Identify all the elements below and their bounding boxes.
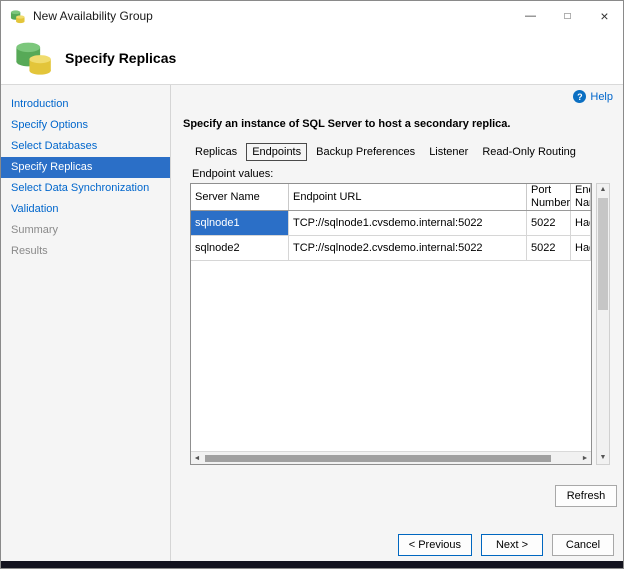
sidebar-item-results: Results (1, 241, 170, 262)
grid-empty-space (191, 261, 591, 451)
tab-strip: Replicas Endpoints Backup Preferences Li… (190, 143, 617, 161)
scroll-up-icon[interactable]: ▲ (600, 184, 607, 196)
help-label: Help (590, 91, 613, 103)
wizard-steps-sidebar: Introduction Specify Options Select Data… (1, 85, 171, 561)
column-header-port-number[interactable]: Port Number (527, 184, 571, 210)
new-availability-group-window: New Availability Group — □ × Specify Rep… (0, 0, 624, 569)
availability-group-app-icon (10, 9, 25, 24)
window-controls: — □ × (512, 1, 623, 31)
cancel-button[interactable]: Cancel (552, 534, 614, 556)
cell-endpoint-name[interactable]: Had (571, 236, 591, 260)
cell-endpoint-url[interactable]: TCP://sqlnode2.cvsdemo.internal:5022 (289, 236, 527, 260)
table-row-sqlnode2[interactable]: sqlnode2 TCP://sqlnode2.cvsdemo.internal… (191, 236, 591, 261)
help-link[interactable]: ? Help (573, 90, 613, 103)
vertical-scrollbar[interactable]: ▲ ▼ (596, 183, 610, 465)
refresh-button[interactable]: Refresh (555, 485, 617, 507)
cell-server-name[interactable]: sqlnode2 (191, 236, 289, 260)
sidebar-item-select-data-synchronization[interactable]: Select Data Synchronization (1, 178, 170, 199)
availability-group-icon (14, 39, 52, 77)
cell-endpoint-name[interactable]: Had (571, 211, 591, 235)
scroll-down-icon[interactable]: ▼ (600, 452, 607, 464)
close-button[interactable]: × (586, 1, 623, 31)
tab-endpoints[interactable]: Endpoints (246, 143, 307, 161)
cell-server-name[interactable]: sqlnode1 (191, 211, 289, 235)
minimize-button[interactable]: — (512, 1, 549, 31)
next-button[interactable]: Next > (481, 534, 543, 556)
sidebar-item-validation[interactable]: Validation (1, 199, 170, 220)
column-header-server-name[interactable]: Server Name (191, 184, 289, 210)
window-bottom-edge (1, 561, 623, 568)
help-icon: ? (573, 90, 586, 103)
wizard-content: ? Help Specify an instance of SQL Server… (171, 85, 624, 561)
scroll-right-icon[interactable]: ► (579, 455, 591, 462)
table-row-sqlnode1[interactable]: sqlnode1 TCP://sqlnode1.cvsdemo.internal… (191, 211, 591, 236)
wizard-header: Specify Replicas (1, 31, 623, 85)
tab-replicas[interactable]: Replicas (190, 144, 242, 160)
tab-read-only-routing[interactable]: Read-Only Routing (477, 144, 581, 160)
sidebar-item-specify-options[interactable]: Specify Options (1, 115, 170, 136)
window-title: New Availability Group (33, 9, 153, 23)
titlebar: New Availability Group — □ × (1, 1, 623, 31)
sidebar-item-summary: Summary (1, 220, 170, 241)
cell-port-number[interactable]: 5022 (527, 211, 571, 235)
tab-backup-preferences[interactable]: Backup Preferences (311, 144, 420, 160)
maximize-button[interactable]: □ (549, 1, 586, 31)
wizard-footer-buttons: < Previous Next > Cancel (398, 534, 614, 556)
previous-button[interactable]: < Previous (398, 534, 472, 556)
grid-header-row: Server Name Endpoint URL Port Number End… (191, 184, 591, 211)
endpoints-grid: Server Name Endpoint URL Port Number End… (190, 183, 592, 465)
sidebar-item-introduction[interactable]: Introduction (1, 94, 170, 115)
horizontal-scrollbar[interactable]: ◄ ► (191, 451, 591, 464)
vertical-scroll-thumb[interactable] (598, 198, 608, 310)
column-header-endpoint-url[interactable]: Endpoint URL (289, 184, 527, 210)
horizontal-scroll-track[interactable] (203, 452, 579, 464)
column-header-endpoint-name[interactable]: Endpoint Name (571, 184, 591, 210)
cell-port-number[interactable]: 5022 (527, 236, 571, 260)
sidebar-item-specify-replicas[interactable]: Specify Replicas (1, 157, 170, 178)
horizontal-scroll-thumb[interactable] (205, 455, 551, 462)
tab-listener[interactable]: Listener (424, 144, 473, 160)
cell-endpoint-url[interactable]: TCP://sqlnode1.cvsdemo.internal:5022 (289, 211, 527, 235)
instruction-text: Specify an instance of SQL Server to hos… (183, 118, 617, 130)
refresh-button-row: Refresh (190, 485, 617, 507)
endpoint-values-label: Endpoint values: (192, 168, 617, 180)
scroll-left-icon[interactable]: ◄ (191, 455, 203, 462)
endpoints-grid-area: Server Name Endpoint URL Port Number End… (190, 183, 610, 465)
sidebar-item-select-databases[interactable]: Select Databases (1, 136, 170, 157)
page-title: Specify Replicas (65, 50, 176, 66)
